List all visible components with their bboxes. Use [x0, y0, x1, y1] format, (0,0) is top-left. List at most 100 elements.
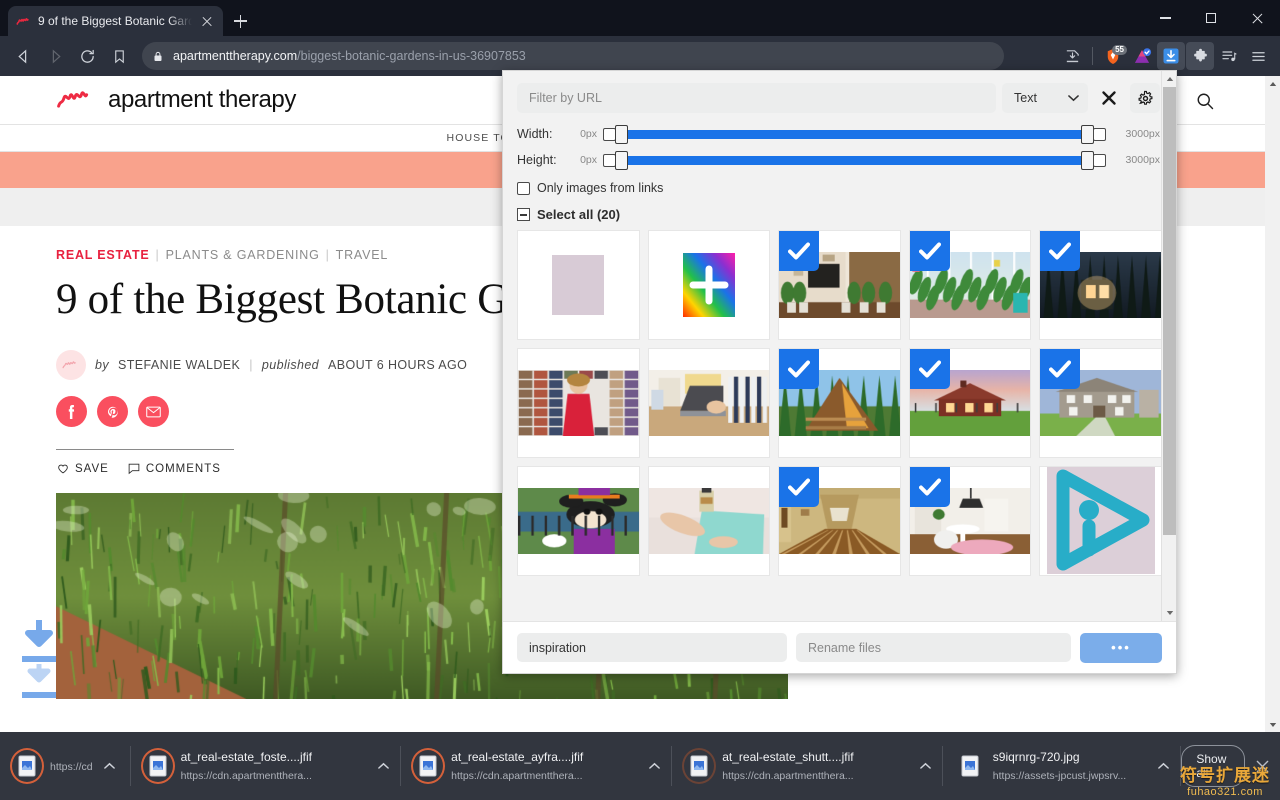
window-close-button[interactable] — [1234, 0, 1280, 36]
download-menu-button[interactable] — [647, 755, 663, 777]
download-item[interactable]: s9iqrnrg-720.jpg https://assets-jpcust.j… — [943, 732, 1182, 800]
filter-by-url-input[interactable] — [517, 83, 996, 113]
selected-checkbox[interactable] — [910, 467, 950, 507]
vpn-extension-button[interactable] — [1128, 42, 1156, 70]
download-item[interactable]: https://cd — [0, 732, 131, 800]
download-button[interactable]: ••• — [1080, 633, 1162, 663]
back-button[interactable] — [8, 41, 38, 71]
thumbnail-cell[interactable] — [517, 230, 640, 340]
browser-tab[interactable]: 9 of the Biggest Botanic Gardens — [8, 6, 223, 36]
maximize-button[interactable] — [1188, 0, 1234, 36]
select-all-checkbox[interactable] — [517, 208, 530, 221]
facebook-share-button[interactable] — [56, 396, 87, 427]
selected-checkbox[interactable] — [779, 349, 819, 389]
download-item[interactable]: at_real-estate_foste....jfif https://cdn… — [131, 732, 402, 800]
height-max-checkbox[interactable] — [1093, 154, 1106, 167]
clear-filter-button[interactable] — [1094, 83, 1124, 113]
chevron-up-icon — [104, 762, 115, 770]
thumbnail-cell[interactable] — [1039, 348, 1162, 458]
height-slider-min-knob[interactable] — [615, 151, 628, 170]
download-menu-button[interactable] — [376, 755, 392, 777]
rename-files-input[interactable] — [796, 633, 1071, 662]
download-menu-button[interactable] — [99, 755, 121, 777]
minimize-button[interactable] — [1142, 0, 1188, 36]
folder-name-input[interactable] — [517, 633, 787, 662]
thumbnail-cell[interactable] — [909, 466, 1032, 576]
selected-checkbox[interactable] — [779, 231, 819, 271]
thumbnail-cell[interactable] — [517, 348, 640, 458]
pinterest-icon — [106, 405, 120, 419]
email-share-button[interactable] — [138, 396, 169, 427]
thumbnail-cell[interactable] — [648, 348, 771, 458]
settings-button[interactable] — [1130, 83, 1160, 113]
scroll-up-button[interactable] — [1265, 76, 1280, 91]
reading-list-button[interactable] — [1215, 42, 1243, 70]
only-links-checkbox[interactable] — [517, 182, 530, 195]
checkmark-icon — [919, 360, 941, 378]
address-bar[interactable]: apartmenttherapy.com/biggest-botanic-gar… — [142, 42, 1004, 70]
download-filename: at_real-estate_foste....jfif — [181, 750, 312, 764]
thumbnail-cell[interactable] — [1039, 466, 1162, 576]
thumbnail-cell[interactable] — [648, 230, 771, 340]
checkmark-icon — [788, 478, 810, 496]
tab-close-icon[interactable] — [199, 13, 215, 29]
width-filter-row: Width: 0px 3000px — [503, 121, 1176, 147]
filter-type-select[interactable]: Text — [1002, 83, 1088, 113]
bookmark-button[interactable] — [104, 41, 134, 71]
only-images-from-links-row[interactable]: Only images from links — [503, 173, 1176, 199]
thumbnail-cell[interactable] — [778, 466, 901, 576]
close-download-shelf-button[interactable] — [1251, 751, 1274, 781]
browser-menu-button[interactable] — [1244, 42, 1272, 70]
width-max-checkbox[interactable] — [1093, 128, 1106, 141]
thumbnail-cell[interactable] — [1039, 230, 1162, 340]
apartment-therapy-logo-icon — [56, 86, 98, 114]
height-slider[interactable] — [618, 156, 1091, 165]
category-plants[interactable]: PLANTS & GARDENING — [166, 248, 320, 262]
scroll-down-button[interactable] — [1265, 717, 1280, 732]
thumbnail-cell[interactable] — [517, 466, 640, 576]
download-item[interactable]: at_real-estate_shutt....jfif https://cdn… — [672, 732, 943, 800]
save-button[interactable]: SAVE — [56, 462, 109, 475]
byline-author[interactable]: STEFANIE WALDEK — [118, 358, 240, 372]
selected-checkbox[interactable] — [1040, 231, 1080, 271]
pinterest-share-button[interactable] — [97, 396, 128, 427]
category-travel[interactable]: TRAVEL — [336, 248, 389, 262]
progress-ring — [682, 748, 716, 784]
page-scrollbar[interactable] — [1265, 76, 1280, 732]
thumbnail-cell[interactable] — [778, 230, 901, 340]
comments-button[interactable]: COMMENTS — [127, 462, 221, 475]
checkmark-icon — [919, 478, 941, 496]
reload-button[interactable] — [72, 41, 102, 71]
download-menu-button[interactable] — [917, 755, 933, 777]
thumbnail-cell[interactable] — [648, 466, 771, 576]
show-all-downloads-button[interactable]: Show all — [1181, 745, 1245, 787]
selected-checkbox[interactable] — [779, 467, 819, 507]
popup-scroll-up-button[interactable] — [1162, 71, 1176, 87]
popup-scroll-down-button[interactable] — [1162, 605, 1176, 621]
site-search-button[interactable] — [1188, 84, 1222, 118]
thumbnail-cell[interactable] — [909, 348, 1032, 458]
width-slider[interactable] — [618, 130, 1091, 139]
category-primary[interactable]: REAL ESTATE — [56, 248, 150, 262]
popup-scrollbar[interactable] — [1161, 71, 1176, 621]
popup-scrollbar-thumb[interactable] — [1163, 87, 1176, 535]
envelope-icon — [146, 406, 161, 418]
new-tab-button[interactable] — [223, 6, 257, 36]
download-menu-button[interactable] — [1156, 755, 1171, 777]
triangle-vpn-icon — [1132, 47, 1152, 66]
selected-checkbox[interactable] — [1040, 349, 1080, 389]
extensions-button[interactable] — [1186, 42, 1214, 70]
forward-button[interactable] — [40, 41, 70, 71]
download-filename: at_real-estate_ayfra....jfif — [451, 750, 583, 764]
selected-checkbox[interactable] — [910, 349, 950, 389]
width-slider-min-knob[interactable] — [615, 125, 628, 144]
selected-checkbox[interactable] — [910, 231, 950, 271]
download-item[interactable]: at_real-estate_ayfra....jfif https://cdn… — [401, 732, 672, 800]
download-meta: at_real-estate_foste....jfif https://cdn… — [181, 748, 370, 784]
brave-shields-button[interactable]: 55 — [1099, 42, 1127, 70]
thumbnail-cell[interactable] — [909, 230, 1032, 340]
downloads-button[interactable] — [1157, 42, 1185, 70]
select-all-row[interactable]: Select all (20) — [503, 199, 1176, 228]
save-page-button[interactable] — [1058, 42, 1086, 70]
thumbnail-cell[interactable] — [778, 348, 901, 458]
